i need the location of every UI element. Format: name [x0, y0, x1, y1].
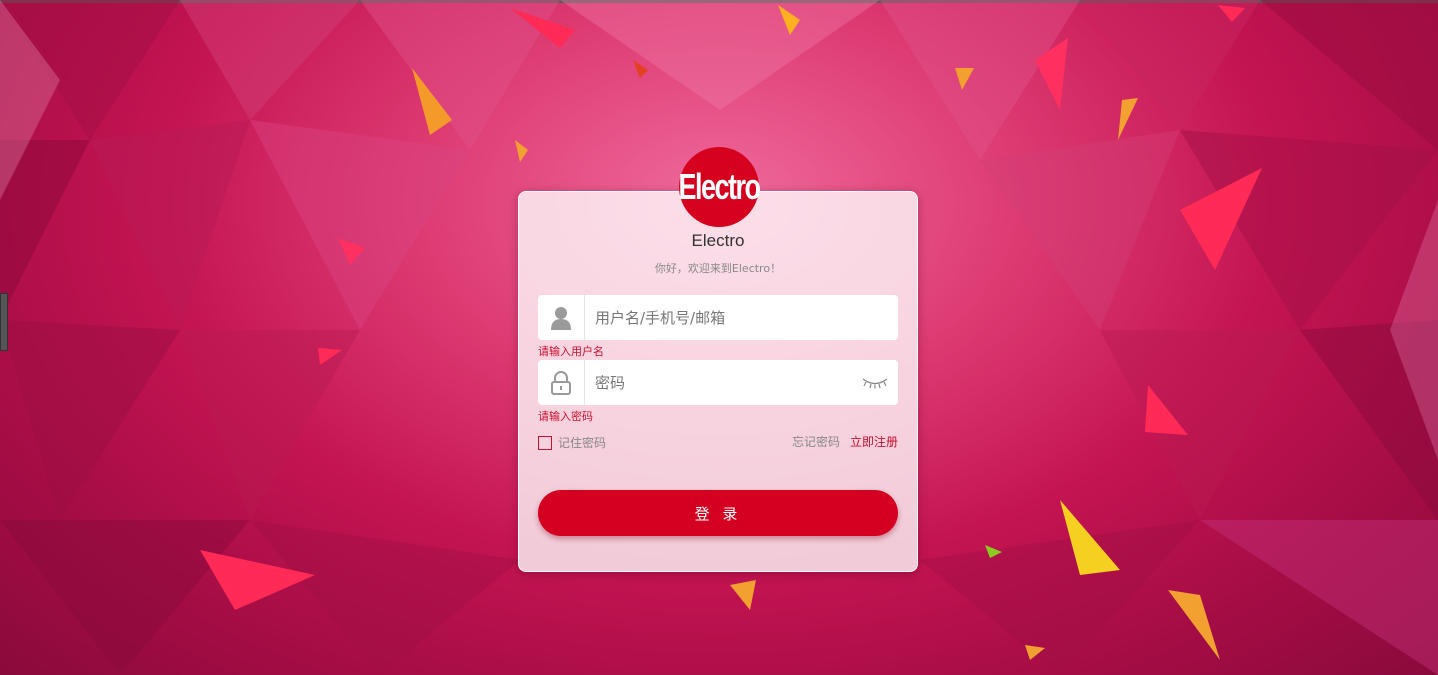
- password-field[interactable]: [538, 360, 898, 405]
- login-page: Electro Electro 你好，欢迎来到Electro！ 请输入用户名: [0, 0, 1438, 675]
- side-handle[interactable]: [0, 293, 8, 351]
- password-error: 请输入密码: [538, 410, 593, 423]
- remember-label: 记住密码: [558, 436, 607, 450]
- auth-links: 忘记密码 立即注册: [792, 433, 898, 450]
- eye-closed-icon[interactable]: [860, 373, 890, 393]
- password-input[interactable]: [585, 361, 860, 404]
- logo-text: Electro: [678, 166, 761, 207]
- username-error: 请输入用户名: [538, 345, 604, 358]
- electro-logo: Electro: [678, 147, 761, 227]
- welcome-message: 你好，欢迎来到Electro！: [654, 262, 782, 275]
- remember-password[interactable]: 记住密码: [538, 434, 606, 451]
- register-link[interactable]: 立即注册: [850, 433, 898, 450]
- brand-name: Electro: [691, 231, 745, 250]
- user-icon: [538, 295, 585, 340]
- login-button[interactable]: 登 录: [538, 490, 898, 536]
- lock-icon: [538, 360, 585, 405]
- username-input[interactable]: [585, 296, 898, 339]
- remember-checkbox[interactable]: [538, 435, 552, 450]
- forgot-password-link[interactable]: 忘记密码: [792, 433, 840, 450]
- username-field[interactable]: [538, 295, 898, 340]
